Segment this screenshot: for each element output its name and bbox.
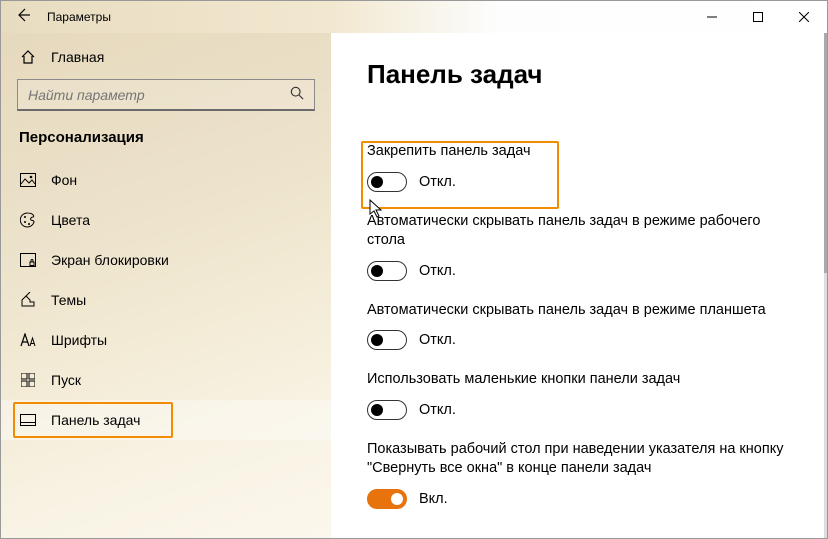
setting-label: Закрепить панель задач [367,142,787,162]
search-box[interactable] [17,79,315,111]
toggle-autohide-desktop[interactable] [367,261,407,281]
nav-label: Цвета [51,212,90,228]
settings-window: Параметры Главная [0,0,828,539]
setting-label: Автоматически скрывать панель задач в ре… [367,212,787,251]
nav-item-lockscreen[interactable]: Экран блокировки [1,240,331,280]
sidebar: Главная Персонализация Фон [1,33,331,538]
setting-small-buttons: Использовать маленькие кнопки панели зад… [367,370,805,420]
nav-item-taskbar[interactable]: Панель задач [1,400,331,440]
toggle-state: Откл. [419,263,456,279]
toggle-state: Откл. [419,174,456,190]
window-controls [689,1,827,33]
toggle-peek-desktop[interactable] [367,489,407,509]
setting-label: Показывать рабочий стол при наведении ук… [367,440,787,479]
scroll-thumb[interactable] [824,33,827,273]
content-pane: Панель задач Закрепить панель задач Откл… [331,33,827,538]
window-title: Параметры [47,10,111,24]
maximize-button[interactable] [735,1,781,33]
nav-label: Панель задач [51,412,140,428]
toggle-lock-taskbar[interactable] [367,172,407,192]
search-icon [290,86,304,103]
taskbar-icon [19,414,37,426]
page-title: Панель задач [367,59,805,90]
picture-icon [19,173,37,187]
search-input[interactable] [28,87,276,103]
themes-icon [19,292,37,308]
start-icon [19,373,37,387]
home-label: Главная [51,49,104,65]
fonts-icon [19,333,37,347]
minimize-button[interactable] [689,1,735,33]
palette-icon [19,212,37,228]
close-button[interactable] [781,1,827,33]
nav-item-themes[interactable]: Темы [1,280,331,320]
setting-lock-taskbar: Закрепить панель задач Откл. [367,142,805,192]
toggle-state: Вкл. [419,491,448,507]
nav-list: Фон Цвета Экран блокировки [1,160,331,440]
setting-autohide-tablet: Автоматически скрывать панель задач в ре… [367,301,805,351]
category-title: Персонализация [1,129,331,160]
nav-item-background[interactable]: Фон [1,160,331,200]
nav-item-start[interactable]: Пуск [1,360,331,400]
nav-label: Пуск [51,372,81,388]
toggle-small-buttons[interactable] [367,400,407,420]
toggle-state: Откл. [419,332,456,348]
nav-label: Шрифты [51,332,107,348]
setting-autohide-desktop: Автоматически скрывать панель задач в ре… [367,212,805,281]
nav-label: Темы [51,292,86,308]
home-icon [19,49,37,65]
setting-label: Использовать маленькие кнопки панели зад… [367,370,787,390]
toggle-state: Откл. [419,402,456,418]
nav-label: Экран блокировки [51,252,169,268]
setting-peek-desktop: Показывать рабочий стол при наведении ук… [367,440,805,509]
titlebar: Параметры [1,1,827,33]
nav-item-colors[interactable]: Цвета [1,200,331,240]
back-button[interactable] [15,7,31,28]
setting-label: Автоматически скрывать панель задач в ре… [367,301,787,321]
toggle-autohide-tablet[interactable] [367,330,407,350]
scrollbar[interactable] [824,33,827,538]
nav-item-fonts[interactable]: Шрифты [1,320,331,360]
home-nav[interactable]: Главная [1,33,331,79]
lockscreen-icon [19,253,37,267]
nav-label: Фон [51,172,77,188]
